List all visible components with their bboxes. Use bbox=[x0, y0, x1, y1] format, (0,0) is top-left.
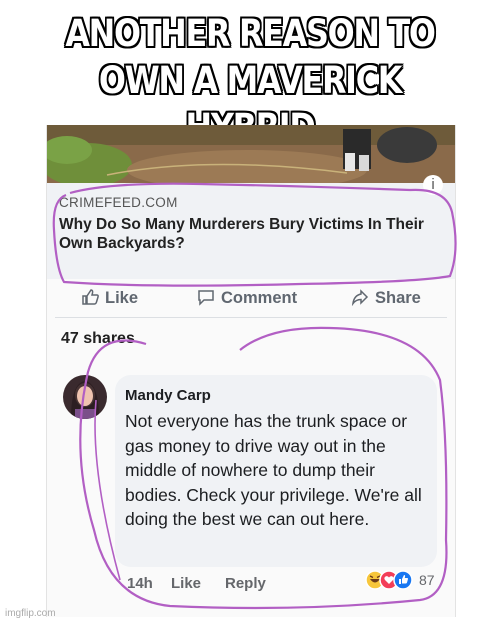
avatar[interactable] bbox=[63, 375, 107, 419]
comment-text: Not everyone has the trunk space or gas … bbox=[125, 411, 422, 529]
link-preview-image[interactable] bbox=[47, 125, 455, 183]
comment-timestamp[interactable]: 14h bbox=[127, 575, 153, 592]
reaction-count[interactable]: 87 bbox=[419, 572, 435, 588]
comment-like-button[interactable]: Like bbox=[171, 575, 201, 592]
facebook-screenshot: i CRIMEFEED.COM Why Do So Many Murderers… bbox=[46, 125, 456, 617]
comment-label: Comment bbox=[221, 289, 298, 307]
link-headline[interactable]: Why Do So Many Murderers Bury Victims In… bbox=[59, 215, 444, 253]
comment-button[interactable]: Comment bbox=[197, 288, 297, 308]
share-label: Share bbox=[375, 289, 421, 307]
divider bbox=[55, 317, 447, 318]
like-label: Like bbox=[105, 289, 139, 307]
share-arrow-icon bbox=[351, 289, 369, 307]
reaction-summary[interactable] bbox=[365, 570, 419, 590]
shares-count[interactable]: 47 shares bbox=[61, 330, 135, 348]
post-actions-bar: Like Comment Share bbox=[47, 282, 455, 316]
thumbs-up-icon bbox=[82, 289, 99, 305]
info-icon[interactable]: i bbox=[423, 175, 443, 195]
link-source: CRIMEFEED.COM bbox=[59, 195, 178, 210]
outdoor-photo-image bbox=[47, 125, 455, 183]
watermark: imgflip.com bbox=[5, 608, 56, 619]
meme-caption-top: ANOTHER REASON TO bbox=[65, 12, 436, 55]
comment-author[interactable]: Mandy Carp bbox=[125, 387, 211, 404]
profile-photo-image bbox=[63, 375, 107, 419]
comment-reply-button[interactable]: Reply bbox=[225, 575, 266, 592]
share-button[interactable]: Share bbox=[351, 288, 421, 308]
like-button[interactable]: Like bbox=[81, 288, 138, 308]
like-icon bbox=[393, 570, 413, 590]
comment-bubble-icon bbox=[198, 290, 214, 306]
